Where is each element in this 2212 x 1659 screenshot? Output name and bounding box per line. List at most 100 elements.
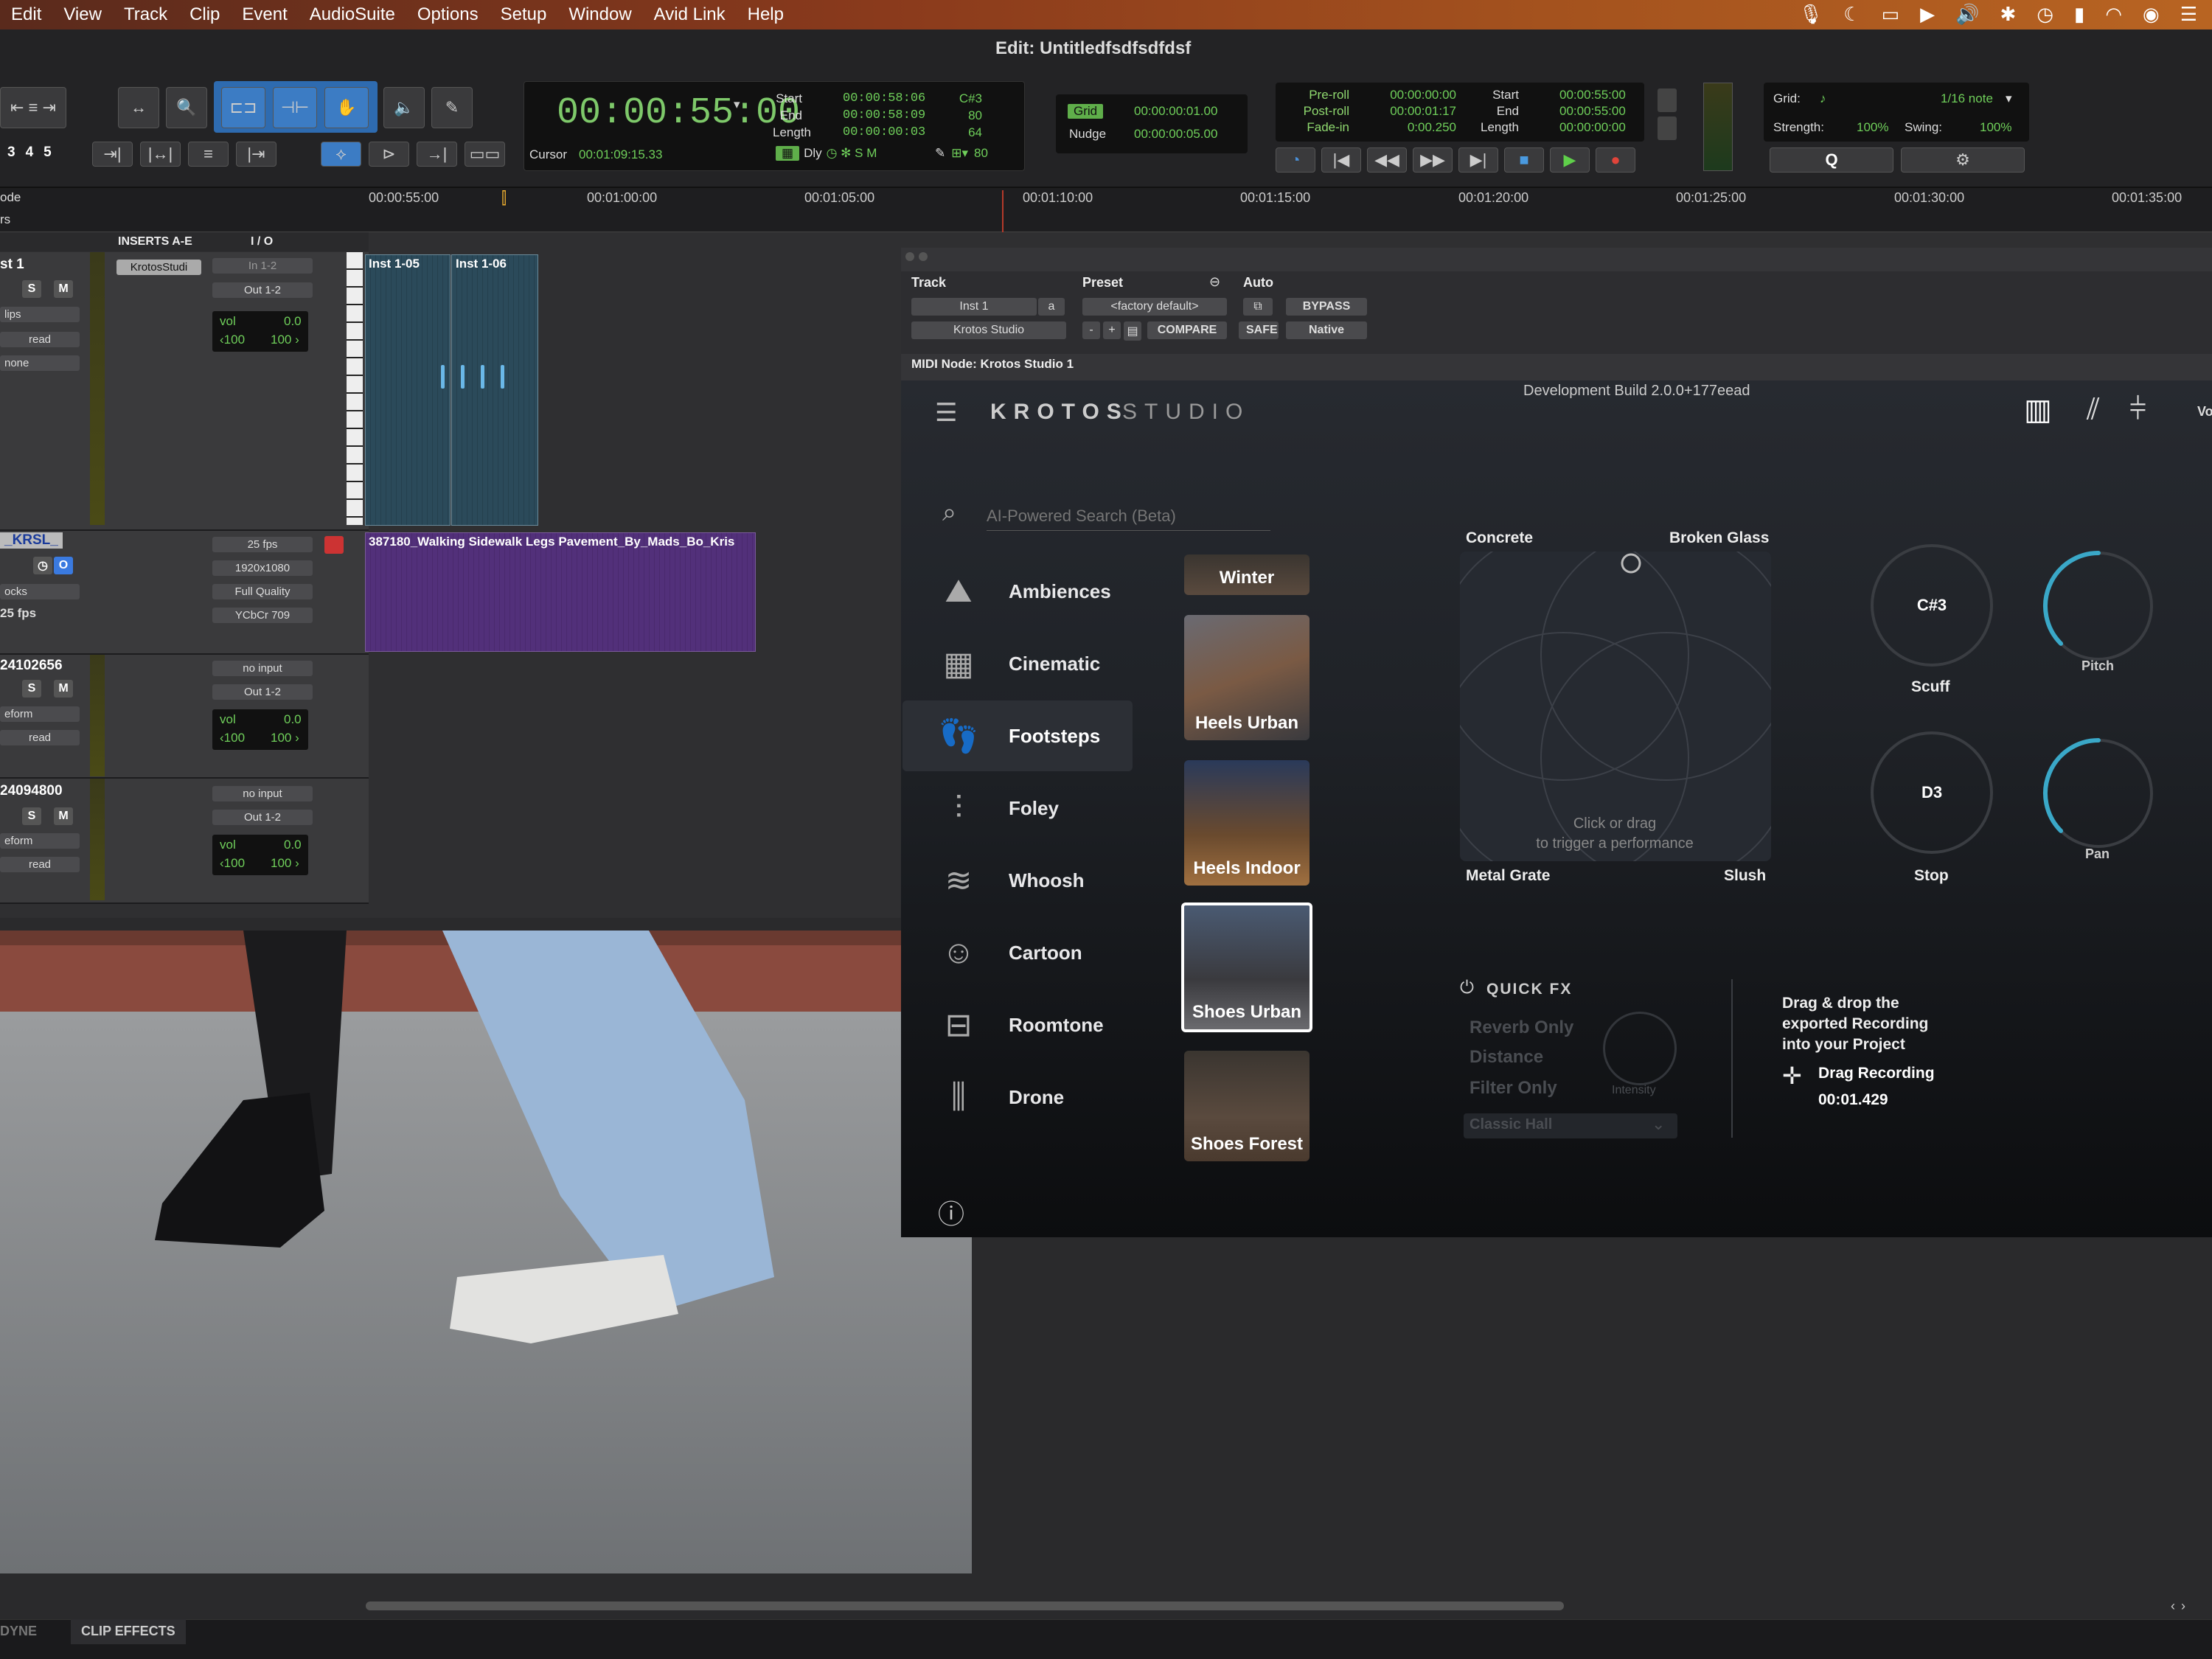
track-view-selector[interactable]: eform [0, 706, 80, 722]
insert-slot[interactable]: KrotosStudi [116, 260, 201, 275]
prev-preset-button[interactable]: - [1082, 321, 1100, 339]
automation-mode[interactable]: read [0, 730, 80, 745]
category-drone[interactable]: ⫼ Drone [936, 1075, 1111, 1119]
video-view-selector[interactable]: ocks [0, 584, 80, 599]
drag-cross-icon[interactable]: ✛ [1782, 1062, 1802, 1090]
compare-button[interactable]: COMPARE [1147, 321, 1227, 339]
vol-value[interactable]: 0.0 [284, 314, 302, 329]
pan-left[interactable]: ‹100 [220, 731, 245, 745]
selector-tool[interactable]: ⊣⊢ [273, 87, 317, 128]
nudge-value[interactable]: 00:00:00:05.00 [1134, 127, 1217, 142]
end-value[interactable]: 00:00:58:09 [843, 107, 925, 124]
preset-menu-icon[interactable]: ⊖ [1209, 274, 1220, 290]
fx-filter-only[interactable]: Filter Only [1470, 1078, 1557, 1099]
menu-event[interactable]: Event [231, 4, 298, 25]
settings-button[interactable]: ⚙ [1901, 147, 2025, 173]
fadein-label[interactable]: Fade-in [1283, 119, 1349, 136]
menu-setup[interactable]: Setup [490, 4, 558, 25]
pan-right[interactable]: 100 › [271, 731, 299, 745]
solo-button[interactable]: S [22, 280, 41, 298]
clock-icon[interactable]: ◷ [2037, 3, 2053, 26]
record-button[interactable]: ● [1596, 147, 1635, 173]
native-button[interactable]: Native [1286, 321, 1367, 339]
stop-note-knob[interactable]: D3 [1871, 731, 1993, 854]
grid-dropdown-icon[interactable]: ▾ [2006, 91, 2012, 106]
tab-clip-effects[interactable]: CLIP EFFECTS [71, 1619, 186, 1644]
mute-button[interactable]: M [54, 280, 73, 298]
horizontal-scrollbar[interactable] [366, 1601, 1564, 1610]
preset-shoes-urban[interactable]: Shoes Urban [1181, 902, 1312, 1032]
mute-button[interactable]: M [54, 807, 73, 825]
track-name[interactable]: 24094800 [0, 783, 63, 799]
zoom-preset-buttons[interactable]: ⇤ ≡ ⇥ [0, 87, 66, 128]
scrubber-tool[interactable]: 🔈 [383, 87, 425, 128]
preset-heels-urban[interactable]: Heels Urban [1184, 615, 1310, 740]
tempo-value[interactable]: 80 [974, 146, 988, 161]
output-selector[interactable]: Out 1-2 [212, 810, 313, 825]
category-ambiences[interactable]: ⛰ Ambiences [936, 569, 1111, 613]
pencil-tempo-icon[interactable]: ✎ [935, 146, 945, 161]
category-roomtone[interactable]: ⊟ Roomtone [936, 1003, 1111, 1047]
menu-audiosuite[interactable]: AudioSuite [299, 4, 406, 25]
return-to-zero-button[interactable]: |◀ [1321, 147, 1361, 173]
pan-left[interactable]: ‹100 [220, 856, 245, 871]
timeline-ruler[interactable] [0, 188, 2212, 232]
insertion-follows-playback[interactable]: ⊳ [369, 142, 409, 167]
dly-label[interactable]: Dly [804, 146, 822, 161]
transport-length-value[interactable]: 00:00:00:00 [1559, 119, 1626, 136]
fadein-value[interactable]: 0:00.250 [1382, 119, 1456, 136]
zoom-preset-5[interactable]: 5 [44, 145, 52, 161]
piano-keyboard[interactable] [347, 252, 363, 525]
quality-selector[interactable]: Full Quality [212, 584, 313, 599]
pan-knob[interactable] [2042, 737, 2154, 849]
postroll-value[interactable]: 00:00:01:17 [1382, 103, 1456, 119]
menu-avid-link[interactable]: Avid Link [643, 4, 737, 25]
category-whoosh[interactable]: ≋ Whoosh [936, 858, 1111, 902]
menu-help[interactable]: Help [737, 4, 795, 25]
scroll-left-icon[interactable]: ‹ [2171, 1599, 2175, 1614]
grabber-tool[interactable]: ✋ [324, 87, 369, 128]
hamburger-menu-icon[interactable]: ☰ [935, 398, 957, 428]
record-arm-button[interactable] [324, 536, 344, 554]
playhead-marker-icon[interactable]: ⫿ [501, 189, 507, 208]
track-selector[interactable]: Inst 1 [911, 298, 1037, 316]
preset-selector[interactable]: <factory default> [1082, 298, 1227, 316]
length-value[interactable]: 00:00:00:03 [843, 124, 925, 141]
microphone-icon[interactable]: 🎙 [1798, 3, 1823, 26]
track-view-selector[interactable]: eform [0, 833, 80, 849]
link-toggle[interactable]: ⟡ [321, 142, 361, 167]
mirror-midi[interactable]: ▭▭ [465, 142, 505, 167]
close-dot[interactable] [905, 252, 914, 261]
search-input[interactable] [987, 501, 1270, 531]
fx-reverb-only[interactable]: Reverb Only [1470, 1018, 1573, 1038]
midi-note[interactable] [481, 365, 484, 389]
next-preset-button[interactable]: + [1103, 321, 1121, 339]
zoomer-tool[interactable]: ↔ [118, 87, 159, 128]
category-cartoon[interactable]: ☺ Cartoon [936, 931, 1111, 975]
automation-mode[interactable]: read [0, 332, 80, 347]
moon-icon[interactable]: ☾ [1843, 3, 1860, 26]
strength-value[interactable]: 100% [1857, 120, 1888, 135]
output-selector[interactable]: Out 1-2 [212, 282, 313, 298]
menu-options[interactable]: Options [406, 4, 490, 25]
menu-window[interactable]: Window [557, 4, 642, 25]
track-view-selector[interactable]: lips [0, 307, 80, 322]
rewind-button[interactable]: ◀◀ [1367, 147, 1407, 173]
input-selector[interactable]: no input [212, 661, 313, 676]
magnify-tool[interactable]: 🔍 [166, 87, 207, 128]
window-icon[interactable]: ▭ [1882, 3, 1900, 26]
stop-button[interactable]: ■ [1504, 147, 1544, 173]
track-name[interactable]: _KRSL_ [0, 532, 63, 549]
track-channel-selector[interactable]: a [1038, 298, 1065, 316]
menu-clip[interactable]: Clip [178, 4, 231, 25]
drag-recording-button[interactable]: Drag Recording [1818, 1065, 1935, 1082]
category-footsteps[interactable]: 👣 Footsteps [936, 714, 1111, 758]
play-button[interactable]: ▶ [1550, 147, 1590, 173]
menu-view[interactable]: View [52, 4, 113, 25]
output-selector[interactable]: Out 1-2 [212, 684, 313, 700]
postroll-label[interactable]: Post-roll [1283, 103, 1349, 119]
zoom-preset-4[interactable]: 4 [26, 145, 34, 161]
mixer-icon[interactable]: ⫩ [2129, 393, 2146, 426]
plugin-selector[interactable]: Krotos Studio [911, 321, 1066, 339]
wifi-icon[interactable]: ◠ [2105, 3, 2122, 26]
